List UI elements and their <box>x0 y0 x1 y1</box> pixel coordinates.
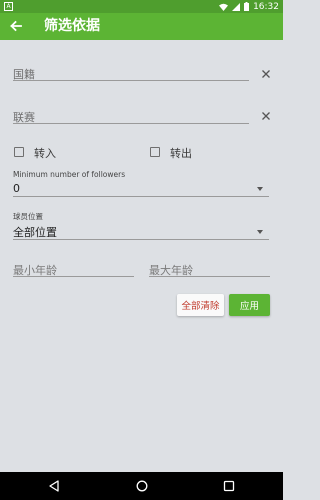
navigation-bar <box>0 472 283 500</box>
nationality-clear-icon[interactable] <box>261 69 271 79</box>
league-clear-icon[interactable] <box>261 111 271 121</box>
apply-button[interactable]: 应用 <box>229 294 270 316</box>
transfer-in-checkbox[interactable] <box>14 147 24 157</box>
system-tray: 16:32 <box>219 0 279 13</box>
page-title: 筛选依据 <box>44 18 100 34</box>
clock: 16:32 <box>253 1 279 12</box>
app-bar: 筛选依据 <box>0 13 283 40</box>
recents-square-icon[interactable] <box>223 480 235 492</box>
league-underline <box>13 123 249 124</box>
transfer-out-label[interactable]: 转出 <box>170 145 192 161</box>
position-dropdown-icon[interactable] <box>257 230 263 234</box>
position-label: 球员位置 <box>13 212 43 221</box>
clear-all-button[interactable]: 全部清除 <box>177 294 224 316</box>
back-arrow-icon[interactable] <box>8 18 24 34</box>
max-age-underline <box>149 276 270 277</box>
position-underline <box>13 239 269 240</box>
followers-dropdown-icon[interactable] <box>257 187 263 191</box>
followers-label: Minimum number of followers <box>13 170 126 179</box>
position-select[interactable]: 全部位置 <box>13 224 57 240</box>
min-age-underline <box>13 276 134 277</box>
home-circle-icon[interactable] <box>136 480 148 492</box>
wifi-icon <box>219 3 229 11</box>
nationality-underline <box>13 80 249 81</box>
back-triangle-icon[interactable] <box>48 480 60 492</box>
transfer-in-label[interactable]: 转入 <box>34 145 56 161</box>
transfer-out-checkbox[interactable] <box>150 147 160 157</box>
battery-icon <box>244 2 250 11</box>
followers-select[interactable]: 0 <box>13 182 20 195</box>
status-bar: A 16:32 <box>0 0 283 13</box>
followers-underline <box>13 196 269 197</box>
signal-icon <box>232 2 241 11</box>
notification-icon: A <box>4 2 13 11</box>
